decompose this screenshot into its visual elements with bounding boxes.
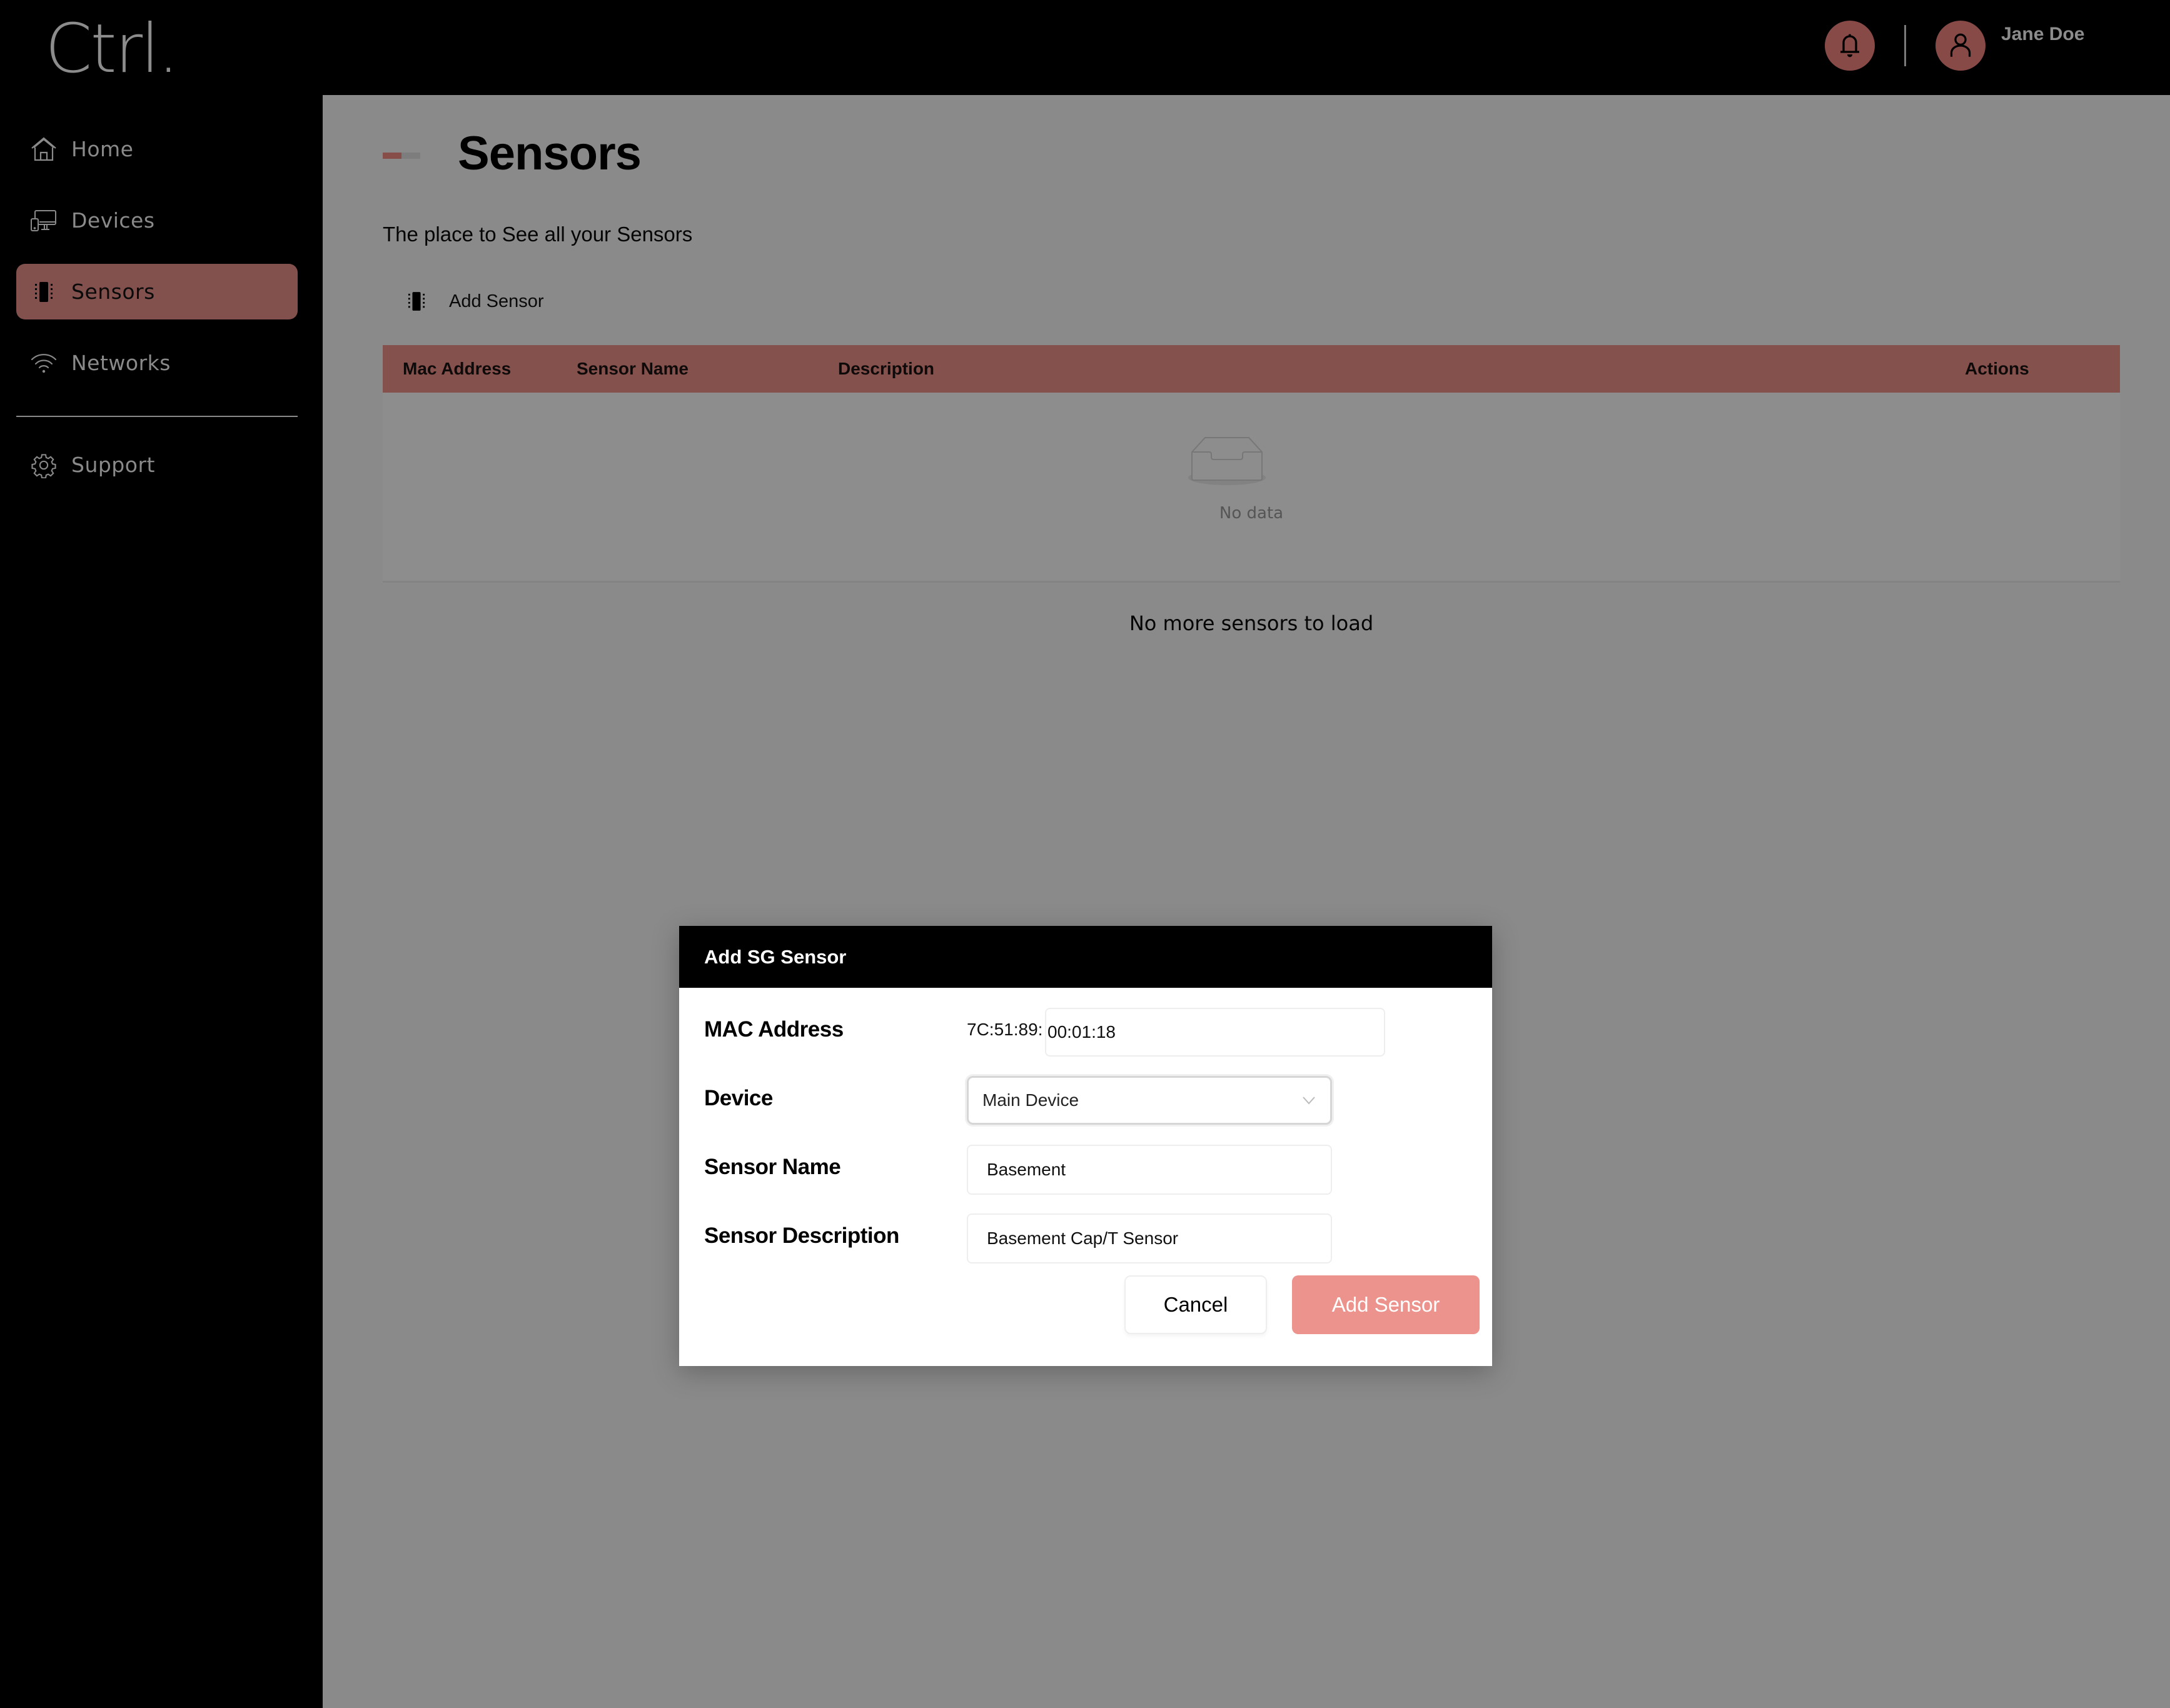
sidebar-item-label: Devices <box>71 208 155 233</box>
user-icon <box>1950 33 1971 57</box>
device-label: Device <box>704 1086 773 1110</box>
device-select-value: Main Device <box>982 1090 1079 1110</box>
modal-title: Add SG Sensor <box>704 946 847 968</box>
add-sensor-modal: Add SG Sensor MAC Address 7C:51:89: Devi… <box>679 926 1492 1366</box>
wifi-icon <box>30 349 58 377</box>
add-sensor-link[interactable]: Add Sensor <box>404 283 544 320</box>
bell-icon <box>1840 34 1859 58</box>
main-content: Sensors The place to See all your Sensor… <box>323 95 2170 1708</box>
sidebar-item-sensors[interactable]: Sensors <box>16 264 298 319</box>
header-divider <box>1904 25 1906 66</box>
table-header: Mac Address Sensor Name Description Acti… <box>383 345 2120 393</box>
sidebar-item-label: Sensors <box>71 279 155 304</box>
sensor-chip-icon <box>30 278 58 306</box>
sensor-name-label: Sensor Name <box>704 1155 841 1179</box>
chevron-down-icon <box>1303 1097 1315 1105</box>
cancel-button[interactable]: Cancel <box>1124 1275 1267 1334</box>
no-more-sensors-text: No more sensors to load <box>1129 611 1374 635</box>
sensor-description-input[interactable] <box>967 1213 1332 1263</box>
sensors-table: Mac Address Sensor Name Description Acti… <box>383 345 2120 583</box>
page-title: Sensors <box>458 127 642 180</box>
app-logo[interactable]: Ctrl. <box>45 9 179 90</box>
column-header-actions: Actions <box>1965 359 2029 378</box>
add-sensor-label: Add Sensor <box>449 291 544 311</box>
column-header-mac-address[interactable]: Mac Address <box>403 345 511 393</box>
sensor-name-input[interactable] <box>967 1145 1332 1195</box>
mac-address-prefix: 7C:51:89: <box>967 1020 1043 1039</box>
add-sensor-button[interactable]: Add Sensor <box>1292 1275 1480 1334</box>
notifications-button[interactable] <box>1825 21 1875 71</box>
sensor-chip-icon <box>404 288 429 315</box>
mac-address-input[interactable] <box>1045 1008 1385 1057</box>
sidebar: Home Devices Sensors Networks Support <box>0 95 323 1708</box>
mac-address-label: MAC Address <box>704 1017 844 1042</box>
sidebar-item-support[interactable]: Support <box>16 437 298 493</box>
sidebar-item-label: Networks <box>71 351 171 375</box>
devices-icon <box>30 207 58 234</box>
page-subtitle: The place to See all your Sensors <box>383 223 693 246</box>
sidebar-item-devices[interactable]: Devices <box>16 193 298 248</box>
modal-header: Add SG Sensor <box>679 926 1492 988</box>
sidebar-item-label: Home <box>71 137 134 161</box>
empty-state-text: No data <box>1219 504 1284 523</box>
table-empty-state: No data <box>383 393 2120 583</box>
sensor-description-label: Sensor Description <box>704 1223 899 1248</box>
sidebar-item-label: Support <box>71 453 155 477</box>
column-header-description[interactable]: Description <box>838 345 934 393</box>
device-select[interactable]: Main Device <box>967 1076 1332 1125</box>
user-avatar-button[interactable] <box>1935 21 1986 71</box>
column-header-sensor-name[interactable]: Sensor Name <box>577 345 689 393</box>
gear-icon <box>30 451 58 479</box>
sidebar-item-home[interactable]: Home <box>16 121 298 177</box>
sidebar-divider <box>16 416 298 417</box>
empty-inbox-icon <box>1188 437 1266 485</box>
home-icon <box>30 136 58 163</box>
user-name[interactable]: Jane Doe <box>2001 24 2084 45</box>
sidebar-item-networks[interactable]: Networks <box>16 335 298 391</box>
top-bar: Ctrl. Jane Doe <box>0 0 2170 95</box>
title-accent-bar <box>383 153 420 159</box>
